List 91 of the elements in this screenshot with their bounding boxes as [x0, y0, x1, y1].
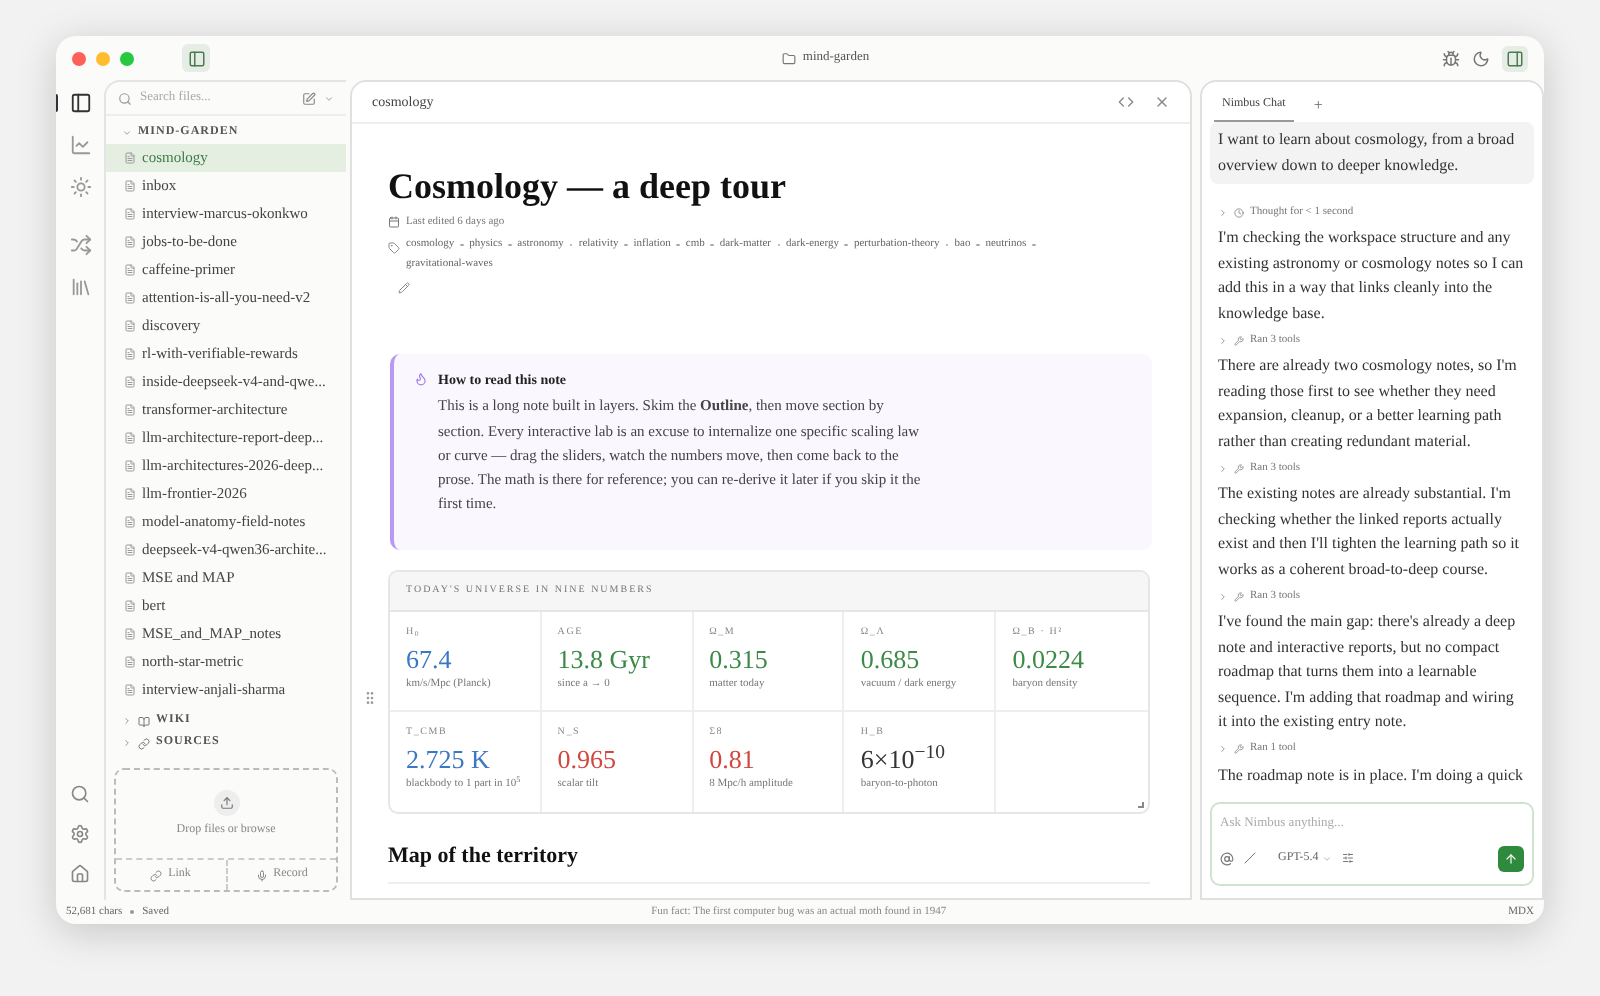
minimize-window-button[interactable]: [96, 51, 110, 65]
stat-value: 13.8 Gyr: [557, 642, 651, 677]
sliders-icon[interactable]: [1342, 852, 1355, 865]
file-icon: [124, 236, 136, 248]
file-icon: [124, 320, 136, 332]
close-icon[interactable]: [1154, 94, 1170, 110]
chat-panel-toggle-button[interactable]: [1502, 45, 1528, 71]
chevron-down-icon[interactable]: [122, 128, 132, 138]
file-icon: [124, 572, 136, 584]
settings-icon[interactable]: [70, 824, 90, 844]
chevron-right-icon[interactable]: [1218, 463, 1228, 473]
user-message: I want to learn about cosmology, from a broad overview down to deeper knowledge.: [1210, 122, 1534, 184]
panel-icon: [187, 49, 205, 67]
new-note-icon[interactable]: [302, 91, 316, 105]
file-icon: [124, 684, 136, 696]
wrench-icon: [1234, 463, 1244, 473]
at-sign-icon[interactable]: [1220, 851, 1234, 866]
file-icon: [124, 544, 136, 556]
code-view-icon[interactable]: [1118, 94, 1134, 110]
file-icon: [124, 376, 136, 388]
stat-value: 67.4: [406, 642, 452, 677]
assistant-message: I'm checking the workspace structure and any existing astronomy or cosmology notes so I can add this in a way that links cleanly into the knowledge base.: [1216, 226, 1526, 326]
wrench-icon: [1234, 335, 1244, 345]
file-icon: [124, 600, 136, 612]
file-icon: [124, 432, 136, 444]
file-icon: [124, 264, 136, 276]
book-icon: [138, 715, 150, 727]
flame-icon: [414, 371, 428, 386]
note-title: Cosmology — a deep tour: [388, 164, 788, 208]
section-heading: Map of the territory: [388, 841, 580, 872]
stat-value: 2.725 K: [406, 742, 490, 777]
caret-icon: [1322, 853, 1333, 864]
wrench-icon: [1234, 744, 1244, 754]
file-icon: [124, 656, 136, 668]
maximize-window-button[interactable]: [120, 51, 134, 65]
stat-value: 6×10$^{−10}$: [860, 742, 945, 777]
moon-icon[interactable]: [1472, 49, 1490, 67]
file-icon: [124, 516, 136, 528]
chevron-right-icon[interactable]: [122, 716, 132, 726]
sidebar-toggle-button[interactable]: [182, 44, 210, 72]
assistant-message: The existing notes are already substantial. I'm checking whether the linked reports actually exist and then I'll tighten the learning path so it works as a coherent broad-to-deep course.: [1216, 482, 1522, 582]
panel-icon: [1506, 49, 1524, 67]
assistant-message: There are already two cosmology notes, so I'm reading those first to see whether they need expansion, cleanup, or a better learning path rather than creating redundant material.: [1216, 354, 1519, 454]
stat-value: 0.685: [860, 642, 920, 677]
folder-icon: [782, 51, 797, 65]
tag-icon: [388, 242, 400, 255]
upload-icon: [213, 789, 239, 815]
send-button[interactable]: [1498, 845, 1524, 872]
sun-icon[interactable]: [69, 176, 91, 198]
chevron-right-icon[interactable]: [122, 738, 132, 748]
assistant-message: I've found the main gap: there's already a deep note and interactive reports, but no compact roadmap that turns them into a learnable sequence. I'm adding that roadmap and wiring it into the existing entry note.: [1216, 610, 1518, 734]
library-icon[interactable]: [69, 276, 91, 298]
panel-icon[interactable]: [69, 92, 91, 114]
drag-handle-icon[interactable]: [362, 689, 378, 706]
chevron-right-icon[interactable]: [1218, 744, 1228, 754]
file-icon: [124, 460, 136, 472]
shuffle-icon[interactable]: [69, 234, 91, 256]
file-icon: [124, 152, 136, 164]
file-icon: [124, 628, 136, 640]
file-icon: [124, 404, 136, 416]
edit-tags-icon[interactable]: [398, 281, 410, 294]
file-icon: [124, 180, 136, 192]
calendar-icon: [388, 216, 400, 229]
new-chat-button[interactable]: +: [1313, 88, 1323, 122]
home-icon[interactable]: [70, 864, 90, 884]
search-icon: [118, 91, 132, 105]
slash-command-icon[interactable]: [1244, 852, 1256, 865]
close-window-button[interactable]: [72, 51, 86, 65]
resize-handle-icon[interactable]: [1138, 801, 1144, 808]
file-icon: [124, 208, 136, 220]
clock-icon: [1234, 207, 1244, 217]
link-icon: [138, 737, 150, 749]
file-icon: [124, 488, 136, 500]
stat-value: 0.81: [709, 742, 755, 777]
caret-icon[interactable]: [324, 93, 334, 103]
microphone-icon: [255, 869, 268, 881]
wrench-icon: [1234, 591, 1244, 601]
file-icon: [124, 348, 136, 360]
search-icon[interactable]: [70, 784, 90, 804]
link-icon: [150, 869, 163, 881]
file-icon: [124, 292, 136, 304]
stat-value: 0.0224: [1012, 642, 1084, 677]
chevron-right-icon[interactable]: [1218, 591, 1228, 601]
stat-value: 0.965: [557, 742, 617, 777]
chart-icon[interactable]: [69, 134, 91, 156]
stat-value: 0.315: [709, 642, 768, 677]
assistant-message: The roadmap note is in place. I'm doing a quick: [1216, 763, 1526, 788]
chevron-right-icon[interactable]: [1218, 335, 1228, 345]
arrow-up-icon: [1504, 851, 1518, 866]
bug-icon[interactable]: [1442, 49, 1460, 67]
chevron-right-icon[interactable]: [1218, 207, 1228, 217]
